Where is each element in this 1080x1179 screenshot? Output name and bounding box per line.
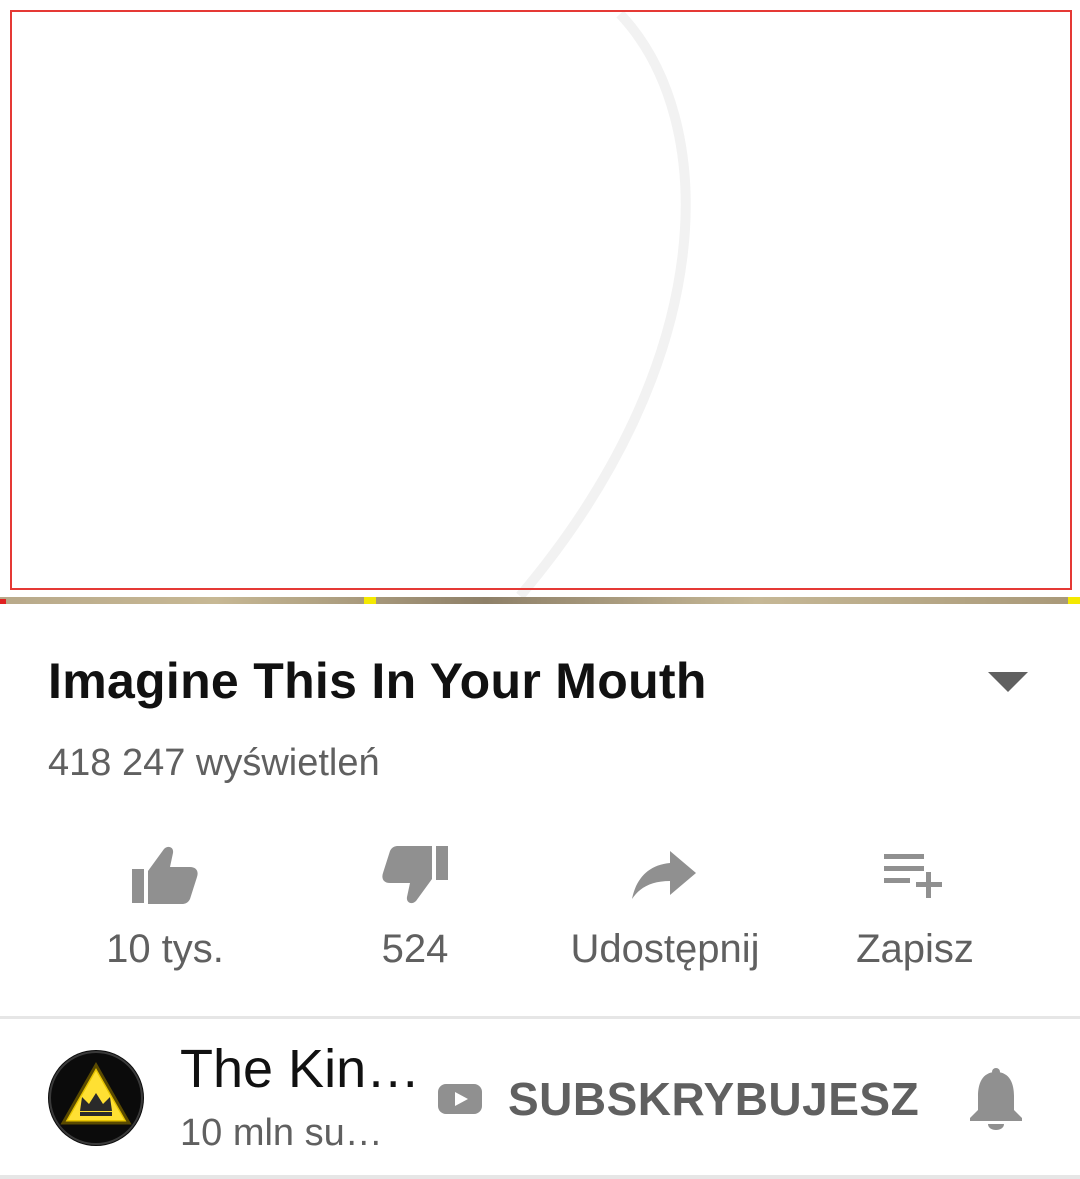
ad-marker — [1068, 597, 1080, 604]
channel-name[interactable]: The Kin… — [180, 1038, 420, 1100]
channel-logo-icon — [48, 1050, 144, 1146]
ad-marker — [364, 597, 376, 604]
video-frame-outline — [10, 10, 1072, 590]
divider — [0, 1175, 1080, 1179]
youtube-play-icon — [438, 1082, 482, 1116]
playlist-add-icon — [875, 835, 955, 915]
like-button[interactable]: 10 tys. — [40, 835, 290, 985]
share-icon — [625, 835, 705, 915]
progress-bar[interactable] — [0, 597, 1080, 604]
thumb-down-icon — [375, 835, 455, 915]
dislike-count: 524 — [381, 927, 449, 971]
dislike-button[interactable]: 524 — [290, 835, 540, 985]
subscribe-button[interactable]: SUBSKRYBUJESZ — [508, 1072, 919, 1126]
channel-avatar[interactable] — [47, 1049, 145, 1147]
video-title: Imagine This In Your Mouth — [48, 653, 707, 709]
divider — [0, 1016, 1080, 1019]
subscriber-count: 10 mln su… — [180, 1112, 383, 1154]
save-button[interactable]: Zapisz — [790, 835, 1040, 985]
share-button[interactable]: Udostępnij — [540, 835, 790, 985]
video-player[interactable] — [0, 0, 1080, 604]
share-label: Udostępnij — [570, 927, 760, 971]
notification-bell-icon[interactable] — [966, 1066, 1026, 1132]
expand-description-button[interactable] — [984, 668, 1032, 698]
view-count: 418 247 wyświetleń — [48, 742, 380, 784]
action-bar: 10 tys. 524 Udostępnij Zapisz — [40, 835, 1040, 985]
chevron-down-icon — [988, 672, 1028, 692]
thumb-up-icon — [125, 835, 205, 915]
progress-played — [0, 599, 6, 604]
like-count: 10 tys. — [106, 927, 224, 971]
save-label: Zapisz — [856, 927, 974, 971]
